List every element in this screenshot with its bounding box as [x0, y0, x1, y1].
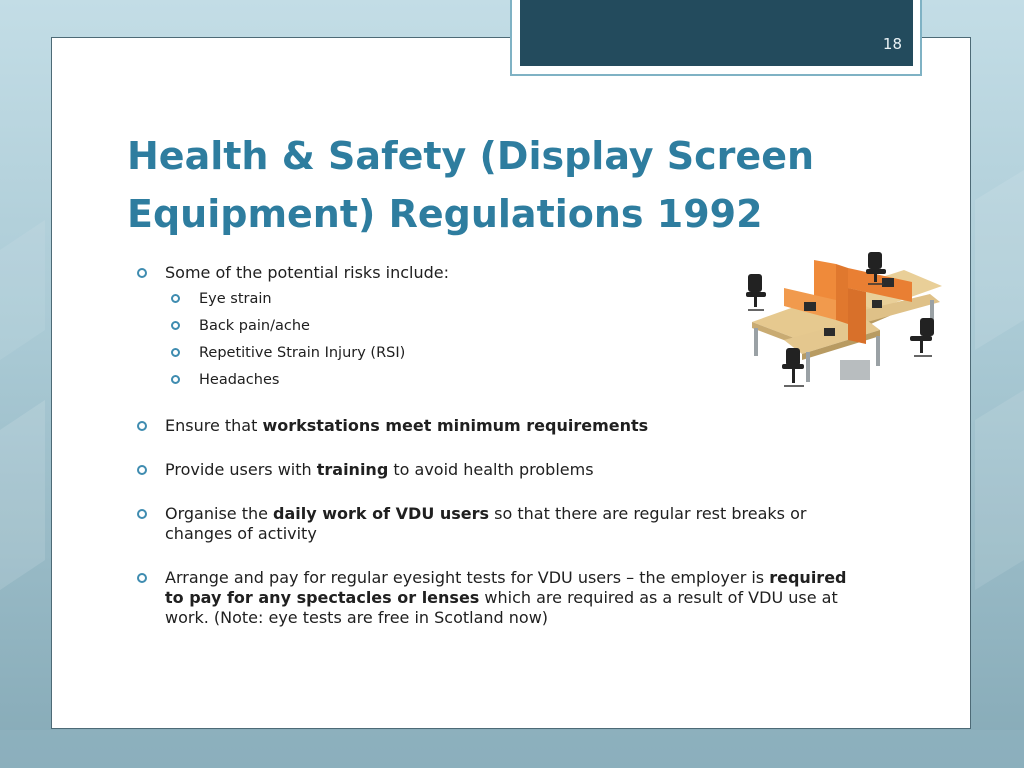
bullet-bold-text: workstations meet minimum requirements	[262, 416, 649, 435]
title-line-2: Equipment) Regulations 1992	[127, 192, 763, 236]
bullet-circle-icon	[171, 348, 180, 357]
bullet-text: Arrange and pay for regular eyesight tes…	[165, 568, 770, 587]
slide-number: 18	[882, 35, 902, 53]
bullet-circle-icon	[171, 294, 180, 303]
sub-bullet-text: Repetitive Strain Injury (RSI)	[199, 345, 406, 361]
bullet-text-end: to avoid health problems	[388, 460, 594, 479]
title-line-1: Health & Safety (Display Screen	[127, 134, 815, 178]
bullet-circle-icon	[137, 421, 147, 431]
sub-bullet-text: Headaches	[199, 372, 280, 388]
bullet-bold-text: daily work of VDU users	[273, 504, 490, 523]
bullet-text: Provide users with	[165, 460, 317, 479]
slide-title: Health & Safety (Display Screen Equipmen…	[127, 127, 827, 243]
bullet-bold-text: training	[316, 460, 389, 479]
bullet-circle-icon	[137, 509, 147, 519]
bullet-daily-work: Organise the daily work of VDU users so …	[135, 504, 865, 544]
bullet-circle-icon	[137, 573, 147, 583]
bullet-circle-icon	[171, 321, 180, 330]
bullet-text: Ensure that	[165, 416, 263, 435]
bullet-circle-icon	[137, 465, 147, 475]
bullet-circle-icon	[137, 268, 147, 278]
bullet-circle-icon	[171, 375, 180, 384]
sub-bullet-text: Eye strain	[199, 291, 272, 307]
sub-bullet-text: Back pain/ache	[199, 318, 310, 334]
slide-number-bar	[520, 0, 913, 66]
bullet-workstations: Ensure that workstations meet minimum re…	[135, 416, 865, 436]
bullet-text: Organise the	[165, 504, 274, 523]
office-workstations-photo	[746, 252, 942, 387]
bullet-training: Provide users with training to avoid hea…	[135, 460, 865, 480]
bullet-text: Some of the potential risks include:	[165, 263, 449, 282]
bullet-eyesight-tests: Arrange and pay for regular eyesight tes…	[135, 568, 865, 628]
